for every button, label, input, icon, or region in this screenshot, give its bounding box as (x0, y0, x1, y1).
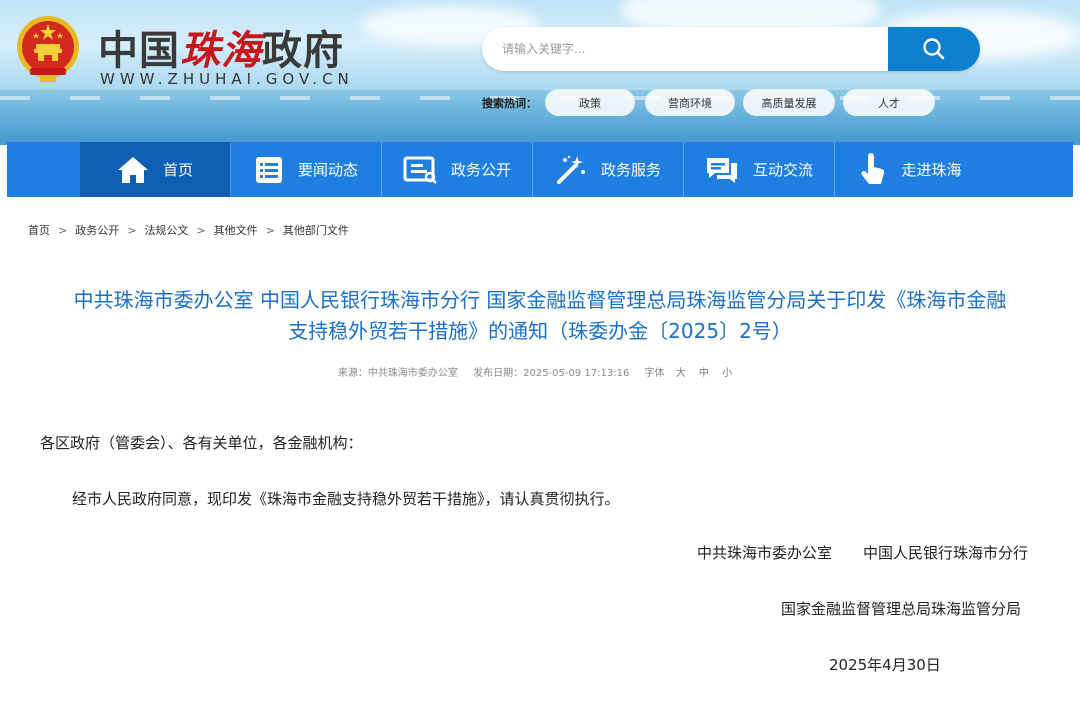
news-list-icon (255, 156, 282, 183)
article-meta: 来源：中共珠海市委办公室 发布日期：2025-05-09 17:13:16 字体… (7, 364, 1073, 379)
breadcrumb-item-home[interactable]: 首页 (28, 222, 50, 238)
breadcrumb-separator: > (196, 223, 206, 237)
signer-municipal-office: 中共珠海市委办公室 (697, 544, 833, 562)
site-domain: WWW.ZHUHAI.GOV.CN (100, 70, 354, 88)
signer-pboc-branch: 中国人民银行珠海市分行 (863, 544, 1029, 562)
site-name-prefix: 中国 (98, 27, 180, 74)
salutation: 各区政府（管委会）、各有关单位，各金融机构： (40, 434, 363, 452)
site-name[interactable]: 中国珠海政府 (98, 18, 344, 74)
breadcrumb-separator: > (265, 223, 275, 237)
font-size-medium-button[interactable]: 中 (699, 368, 709, 379)
breadcrumb-item-other-files[interactable]: 其他文件 (214, 222, 258, 238)
nav-item-label: 互动交流 (752, 161, 813, 179)
meta-date-label: 发布日期： (473, 368, 524, 379)
search-box (482, 27, 980, 71)
breadcrumb: 首页 > 政务公开 > 法规公文 > 其他文件 > 其他部门文件 (28, 222, 349, 238)
breadcrumb-separator: > (58, 223, 68, 237)
nav-item-government-affairs[interactable]: 政务公开 (382, 142, 533, 197)
breadcrumb-item-regulations[interactable]: 法规公文 (144, 222, 188, 238)
nav-item-label: 走进珠海 (901, 161, 962, 179)
body-paragraph: 经市人民政府同意，现印发《珠海市金融支持稳外贸若干措施》，请认真贯彻执行。 (72, 490, 620, 508)
font-size-small-button[interactable]: 小 (722, 368, 732, 379)
nav-item-about-zhuhai[interactable]: 走进珠海 (835, 142, 986, 197)
meta-font-label: 字体 (644, 368, 665, 379)
meta-source-value: 中共珠海市委办公室 (367, 368, 458, 379)
hand-pointer-icon (861, 152, 885, 184)
nav-item-label: 首页 (162, 161, 193, 179)
breadcrumb-item-government-affairs[interactable]: 政务公开 (75, 222, 119, 238)
breadcrumb-separator: > (127, 223, 137, 237)
main-content: 首页 > 政务公开 > 法规公文 > 其他文件 > 其他部门文件 中共珠海市委办… (7, 197, 1073, 705)
magic-wand-icon (556, 155, 585, 184)
nav-item-news[interactable]: 要闻动态 (231, 142, 382, 197)
nav-item-home[interactable]: 首页 (80, 142, 231, 197)
nav-item-services[interactable]: 政务服务 (533, 142, 684, 197)
hot-tag-policy[interactable]: 政策 (545, 89, 635, 116)
breadcrumb-item-other-department-files[interactable]: 其他部门文件 (283, 222, 349, 238)
font-size-large-button[interactable]: 大 (676, 368, 686, 379)
hot-tag-business-environment[interactable]: 营商环境 (645, 89, 735, 116)
meta-date: 发布日期：2025-05-09 17:13:16 (473, 368, 629, 379)
site-name-suffix: 政府 (262, 27, 344, 74)
main-nav: 首页 要闻动态 政务公开 政务服务 互动交流 走进珠海 (7, 142, 1073, 197)
nav-item-label: 政务公开 (450, 161, 511, 179)
page-title: 中共珠海市委办公室 中国人民银行珠海市分行 国家金融监督管理总局珠海监管分局关于… (27, 285, 1053, 347)
nav-item-label: 要闻动态 (297, 161, 358, 179)
hot-search-label: 搜索热词： (482, 97, 537, 110)
hot-tag-high-quality-development[interactable]: 高质量发展 (743, 89, 835, 116)
search-icon (923, 38, 945, 60)
meta-date-value: 2025-05-09 17:13:16 (523, 368, 630, 379)
nav-item-label: 政务服务 (600, 161, 661, 179)
search-input[interactable] (482, 27, 888, 71)
national-emblem-icon[interactable] (14, 14, 82, 84)
site-header: 中国珠海政府 WWW.ZHUHAI.GOV.CN 搜索热词： 政策 营商环境 高… (0, 0, 1080, 145)
title-line-1: 中共珠海市委办公室 中国人民银行珠海市分行 国家金融监督管理总局珠海监管分局关于… (73, 288, 1007, 312)
hot-tag-talent[interactable]: 人才 (843, 89, 935, 116)
meta-source: 来源：中共珠海市委办公室 (338, 368, 458, 379)
site-name-city: 珠海 (180, 27, 262, 74)
search-button[interactable] (888, 27, 980, 71)
signer-financial-regulator: 国家金融监督管理总局珠海监管分局 (781, 600, 1022, 618)
home-icon (117, 156, 148, 183)
title-line-2: 支持稳外贸若干措施》的通知（珠委办金〔2025〕2号） (288, 319, 792, 343)
meta-source-label: 来源： (337, 368, 368, 379)
document-icon (403, 156, 437, 184)
chat-icon (706, 157, 737, 183)
sign-date: 2025年4月30日 (829, 656, 941, 674)
nav-item-interaction[interactable]: 互动交流 (684, 142, 835, 197)
